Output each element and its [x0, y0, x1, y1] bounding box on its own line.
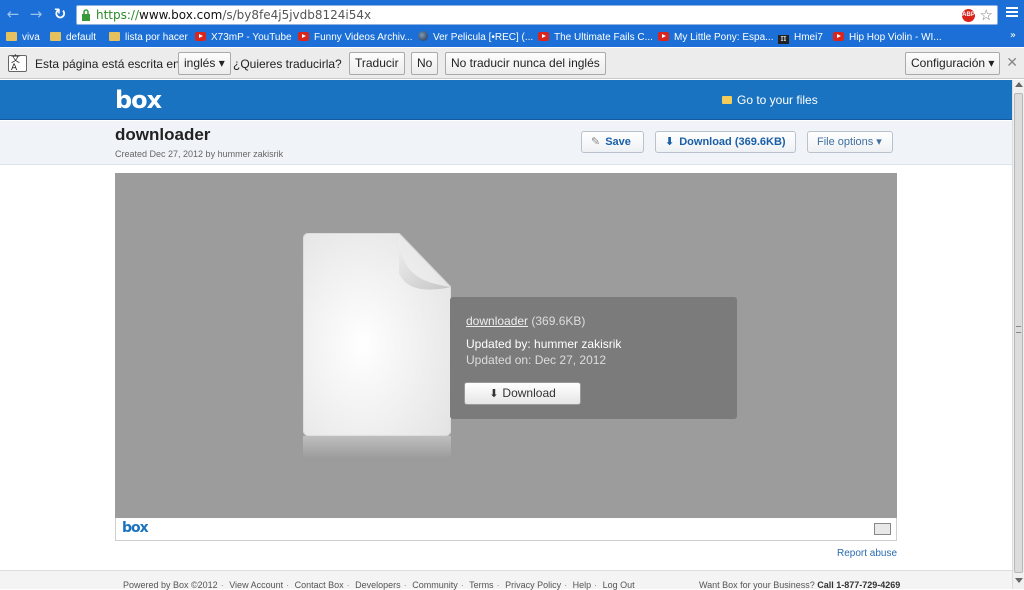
preview-download-button[interactable]: ⬇ Download: [464, 382, 581, 405]
scroll-up-icon[interactable]: [1015, 82, 1023, 87]
folder-icon: [50, 32, 61, 41]
back-arrow-icon[interactable]: ←: [4, 5, 22, 23]
youtube-icon: [833, 32, 844, 41]
preview-footer: box: [115, 518, 897, 541]
bookmarks-overflow-icon[interactable]: »: [1010, 30, 1016, 41]
youtube-icon: [195, 32, 206, 41]
adblock-icon[interactable]: ABP: [962, 9, 975, 22]
close-icon[interactable]: ✕: [1006, 55, 1018, 71]
translate-question: ¿Quieres traducirla?: [233, 57, 342, 71]
no-translate-button[interactable]: No: [411, 52, 439, 75]
file-name-link[interactable]: downloader: [466, 314, 528, 328]
browser-toolbar: ← → ↻ https://www.box.com/s/by8fe4j5jvdb…: [0, 0, 1024, 29]
download-icon: ⬇: [489, 387, 499, 400]
folder-icon: [722, 96, 732, 104]
translate-prefix: Esta página está escrita en: [35, 57, 180, 71]
file-size: (369.6KB): [531, 314, 586, 328]
bookmark-item[interactable]: X73mP - YouTube: [195, 30, 292, 46]
pi-icon: π: [778, 35, 789, 44]
bookmark-star-icon[interactable]: ☆: [980, 6, 993, 24]
document-reflection: [303, 436, 451, 458]
fullscreen-icon[interactable]: [874, 523, 891, 535]
scroll-down-icon[interactable]: [1015, 578, 1023, 583]
reload-icon[interactable]: ↻: [51, 5, 69, 23]
created-info: Created Dec 27, 2012 by hummer zakisrik: [115, 149, 284, 159]
bookmark-item[interactable]: The Ultimate Fails C...: [538, 30, 653, 46]
bookmark-item[interactable]: Hip Hop Violin - WI...: [833, 30, 942, 46]
youtube-icon: [298, 32, 309, 41]
translate-bar: 文A Esta página está escrita en inglés ▾ …: [0, 48, 1024, 79]
bookmark-item[interactable]: Ver Pelicula [•REC] (...: [418, 30, 533, 46]
translate-settings-button[interactable]: Configuración ▾: [905, 52, 1001, 75]
grip-icon: [1016, 326, 1021, 333]
report-abuse-link[interactable]: Report abuse: [837, 548, 897, 559]
address-bar[interactable]: https://www.box.com/s/by8fe4j5jvdb8124i5…: [76, 5, 998, 25]
go-to-files-link[interactable]: Go to your files: [722, 93, 818, 107]
folder-icon: [109, 32, 120, 41]
youtube-icon: [658, 32, 669, 41]
language-select[interactable]: inglés ▾: [178, 52, 231, 75]
file-preview: downloader (369.6KB) Updated by: hummer …: [115, 173, 897, 518]
bookmarks-bar: viva default lista por hacer X73mP - You…: [0, 29, 1024, 47]
save-button[interactable]: ✎ Save: [581, 131, 644, 153]
translate-icon: 文A: [8, 55, 27, 73]
never-translate-button[interactable]: No traducir nunca del inglés: [445, 52, 606, 75]
updated-by: Updated by: hummer zakisrik: [466, 337, 622, 351]
file-options-button[interactable]: File options ▾: [807, 131, 893, 153]
folder-icon: [6, 32, 17, 41]
bookmark-item[interactable]: My Little Pony: Espa...: [658, 30, 774, 46]
file-info-card: downloader (369.6KB) Updated by: hummer …: [450, 297, 737, 419]
lock-icon: [82, 9, 90, 21]
file-header: downloader Created Dec 27, 2012 by humme…: [0, 121, 1012, 165]
download-icon: ⬇: [665, 135, 675, 148]
paperclip-icon: ✎: [591, 135, 601, 148]
bookmark-item[interactable]: Funny Videos Archiv...: [298, 30, 413, 46]
box-logo-small[interactable]: box: [122, 520, 149, 536]
url-text: https://www.box.com/s/by8fe4j5jvdb8124i5…: [96, 8, 372, 22]
bookmark-item[interactable]: π Hmei7: [778, 30, 823, 46]
vertical-scrollbar[interactable]: [1012, 80, 1024, 589]
page-footer: Powered by Box ©2012 · View Account · Cont…: [0, 570, 1012, 590]
document-icon: [303, 233, 451, 436]
translate-button[interactable]: Traducir: [349, 52, 405, 75]
box-logo[interactable]: box: [115, 86, 162, 114]
browser-menu-icon[interactable]: [1006, 7, 1018, 19]
forward-arrow-icon[interactable]: →: [27, 5, 45, 23]
updated-on: Updated on: Dec 27, 2012: [466, 353, 607, 367]
file-name: downloader (369.6KB): [466, 314, 585, 328]
bookmark-item[interactable]: viva: [6, 30, 40, 46]
download-button[interactable]: ⬇ Download (369.6KB): [655, 131, 796, 153]
bookmark-item[interactable]: default: [50, 30, 96, 46]
bookmark-item[interactable]: lista por hacer: [109, 30, 188, 46]
youtube-icon: [538, 32, 549, 41]
site-header: box Go to your files: [0, 80, 1012, 120]
globe-icon: [418, 31, 428, 41]
page-title: downloader: [115, 125, 211, 144]
scroll-thumb[interactable]: [1014, 93, 1023, 573]
